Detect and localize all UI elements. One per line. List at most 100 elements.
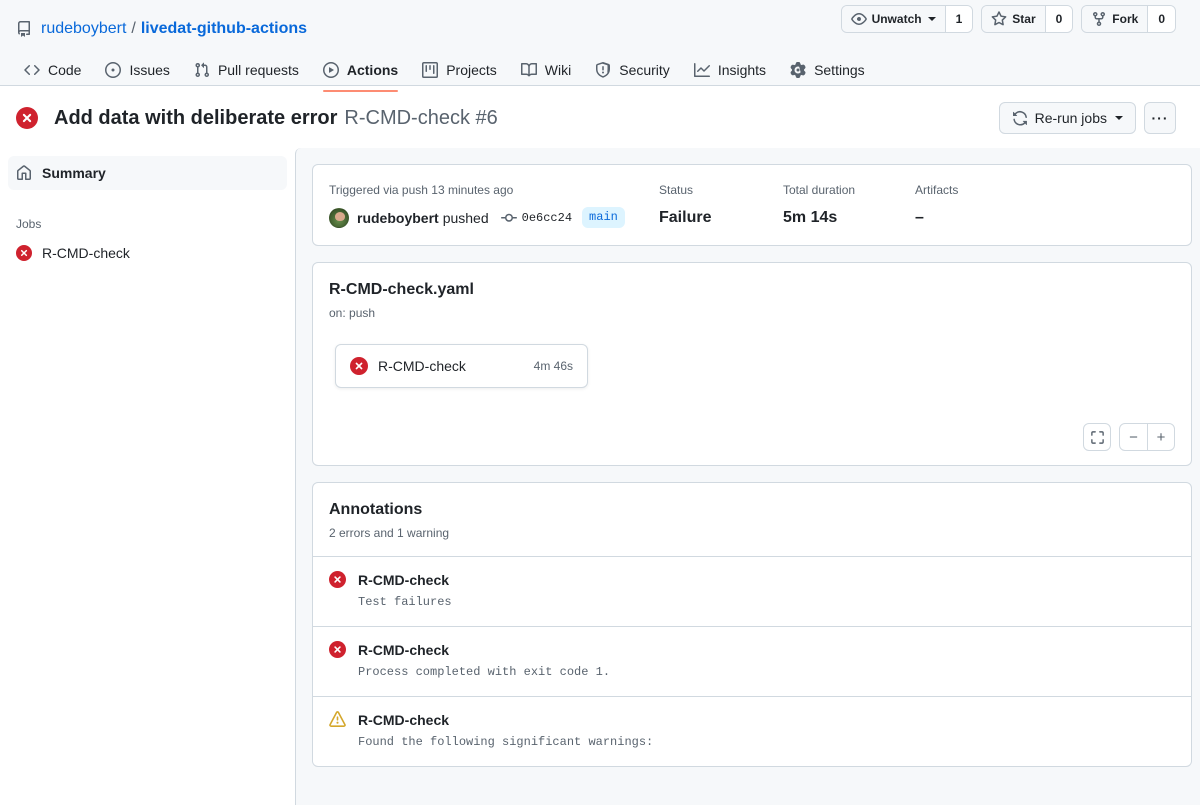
avatar	[329, 207, 349, 228]
error-x-icon	[16, 245, 32, 261]
annotation-body: R-CMD-check Test failures	[358, 570, 452, 612]
tab-code[interactable]: Code	[16, 54, 89, 86]
tab-code-label: Code	[48, 62, 82, 78]
duration-column: Total duration 5m 14s	[783, 181, 915, 229]
fork-button-group[interactable]: Fork 0	[1081, 5, 1176, 33]
code-icon	[24, 62, 40, 78]
workflow-file-name: R-CMD-check.yaml	[329, 281, 474, 298]
commit-icon	[500, 210, 517, 226]
tab-projects[interactable]: Projects	[414, 54, 505, 86]
rerun-jobs-button[interactable]: Re-run jobs	[998, 102, 1136, 134]
zoom-button-pair: − +	[1119, 423, 1175, 451]
star-button[interactable]: Star	[982, 6, 1045, 32]
shield-icon	[595, 62, 611, 78]
fork-label: Fork	[1112, 12, 1139, 26]
graph-node-label: R-CMD-check	[378, 358, 466, 374]
tab-actions[interactable]: Actions	[315, 54, 406, 92]
commit-sha[interactable]: 0e6cc24	[522, 211, 572, 225]
artifacts-label: Artifacts	[915, 183, 959, 197]
branch-badge[interactable]: main	[582, 207, 625, 228]
star-label: Star	[1012, 12, 1036, 26]
tab-insights[interactable]: Insights	[686, 54, 774, 86]
unwatch-button[interactable]: Unwatch	[841, 6, 945, 32]
workflow-graph-card: R-CMD-check.yaml on: push R-CMD-check 4m…	[312, 262, 1192, 466]
fullscreen-icon[interactable]	[1083, 423, 1111, 451]
tab-pull-requests-label: Pull requests	[217, 62, 299, 78]
run-title-text: Add data with deliberate error	[54, 106, 338, 129]
annotation-message: Test failures	[358, 595, 452, 609]
home-icon	[16, 165, 32, 181]
annotation-job-name: R-CMD-check	[358, 642, 450, 658]
run-action-buttons: Re-run jobs ···	[998, 102, 1176, 134]
chevron-down-icon	[1115, 116, 1123, 120]
repo-path-separator: /	[131, 19, 136, 37]
repo-owner-link[interactable]: rudeboybert	[41, 19, 126, 38]
run-body: Summary Jobs R-CMD-check Triggered via p…	[0, 148, 1200, 805]
run-number: R-CMD-check #6	[344, 106, 498, 129]
book-icon	[520, 62, 537, 78]
sidebar-job-label: R-CMD-check	[42, 245, 130, 261]
pr-icon	[194, 62, 210, 78]
annotation-job-name: R-CMD-check	[358, 572, 450, 588]
gear-icon	[790, 62, 806, 78]
repo-header: rudeboybert / livedat-github-actions Unw…	[0, 0, 1200, 92]
eye-icon	[850, 11, 867, 27]
annotations-title: Annotations	[329, 501, 423, 518]
annotations-card: Annotations 2 errors and 1 warning R-CMD…	[312, 482, 1192, 767]
workflow-graph-job-node[interactable]: R-CMD-check 4m 46s	[335, 344, 588, 388]
tab-wiki[interactable]: Wiki	[513, 54, 579, 86]
more-options-button[interactable]: ···	[1144, 102, 1176, 134]
fork-count: 0	[1147, 6, 1175, 32]
annotation-body: R-CMD-check Found the following signific…	[358, 710, 653, 752]
annotation-row[interactable]: R-CMD-check Test failures	[313, 556, 1191, 626]
run-summary-card: Triggered via push 13 minutes ago rudebo…	[312, 164, 1192, 246]
annotations-header: Annotations 2 errors and 1 warning	[313, 483, 1191, 556]
annotation-message: Process completed with exit code 1.	[358, 665, 611, 679]
project-icon	[422, 62, 439, 78]
tab-settings[interactable]: Settings	[782, 54, 873, 86]
repo-nav: Code Issues Pull requests Actions Projec…	[0, 48, 1200, 92]
action-word: pushed	[442, 209, 489, 226]
sidebar-item-job-r-cmd-check[interactable]: R-CMD-check	[8, 237, 287, 269]
tab-issues[interactable]: Issues	[97, 54, 177, 86]
tab-wiki-label: Wiki	[544, 62, 572, 78]
tab-pull-requests[interactable]: Pull requests	[186, 54, 307, 86]
issue-icon	[105, 62, 122, 78]
annotation-row[interactable]: R-CMD-check Found the following signific…	[313, 696, 1191, 766]
tab-insights-label: Insights	[717, 62, 767, 78]
graph-zoom-controls: − +	[1083, 423, 1175, 451]
graph-node-duration: 4m 46s	[533, 359, 573, 373]
error-x-icon	[16, 107, 38, 129]
watch-button-group[interactable]: Unwatch 1	[840, 5, 974, 33]
tab-settings-label: Settings	[814, 62, 865, 78]
artifacts-column: Artifacts –	[915, 181, 958, 229]
star-icon	[991, 11, 1007, 27]
repo-name-link[interactable]: livedat-github-actions	[141, 19, 307, 38]
annotation-row[interactable]: R-CMD-check Process completed with exit …	[313, 626, 1191, 696]
star-button-group[interactable]: Star 0	[981, 5, 1074, 33]
sync-icon	[1012, 110, 1028, 126]
fork-icon	[1091, 11, 1107, 27]
watch-count: 1	[944, 6, 973, 32]
artifacts-value: –	[915, 209, 924, 226]
actor-name[interactable]: rudeboybert	[357, 210, 439, 226]
warning-triangle-icon	[329, 711, 346, 752]
rerun-jobs-label: Re-run jobs	[1034, 110, 1107, 126]
tab-projects-label: Projects	[446, 62, 497, 78]
error-x-icon	[350, 357, 368, 375]
trigger-label: Triggered via push 13 minutes ago	[329, 183, 514, 197]
chevron-down-icon	[927, 17, 936, 21]
unwatch-label: Unwatch	[871, 12, 922, 26]
zoom-out-button[interactable]: −	[1120, 424, 1147, 450]
run-header: Add data with deliberate error R-CMD-chec…	[0, 86, 1200, 148]
sidebar-item-summary[interactable]: Summary	[8, 156, 287, 190]
trigger-actor-row: rudeboybert pushed 0e6cc24 main	[329, 207, 659, 228]
trigger-column: Triggered via push 13 minutes ago rudebo…	[329, 181, 659, 229]
repo-action-buttons: Unwatch 1 Star 0 Fork 0	[840, 5, 1176, 33]
fork-button[interactable]: Fork	[1082, 6, 1148, 32]
annotation-body: R-CMD-check Process completed with exit …	[358, 640, 610, 682]
tab-security[interactable]: Security	[587, 54, 678, 86]
zoom-in-button[interactable]: +	[1147, 424, 1174, 450]
annotations-summary: 2 errors and 1 warning	[329, 526, 450, 540]
status-label: Status	[659, 183, 694, 197]
